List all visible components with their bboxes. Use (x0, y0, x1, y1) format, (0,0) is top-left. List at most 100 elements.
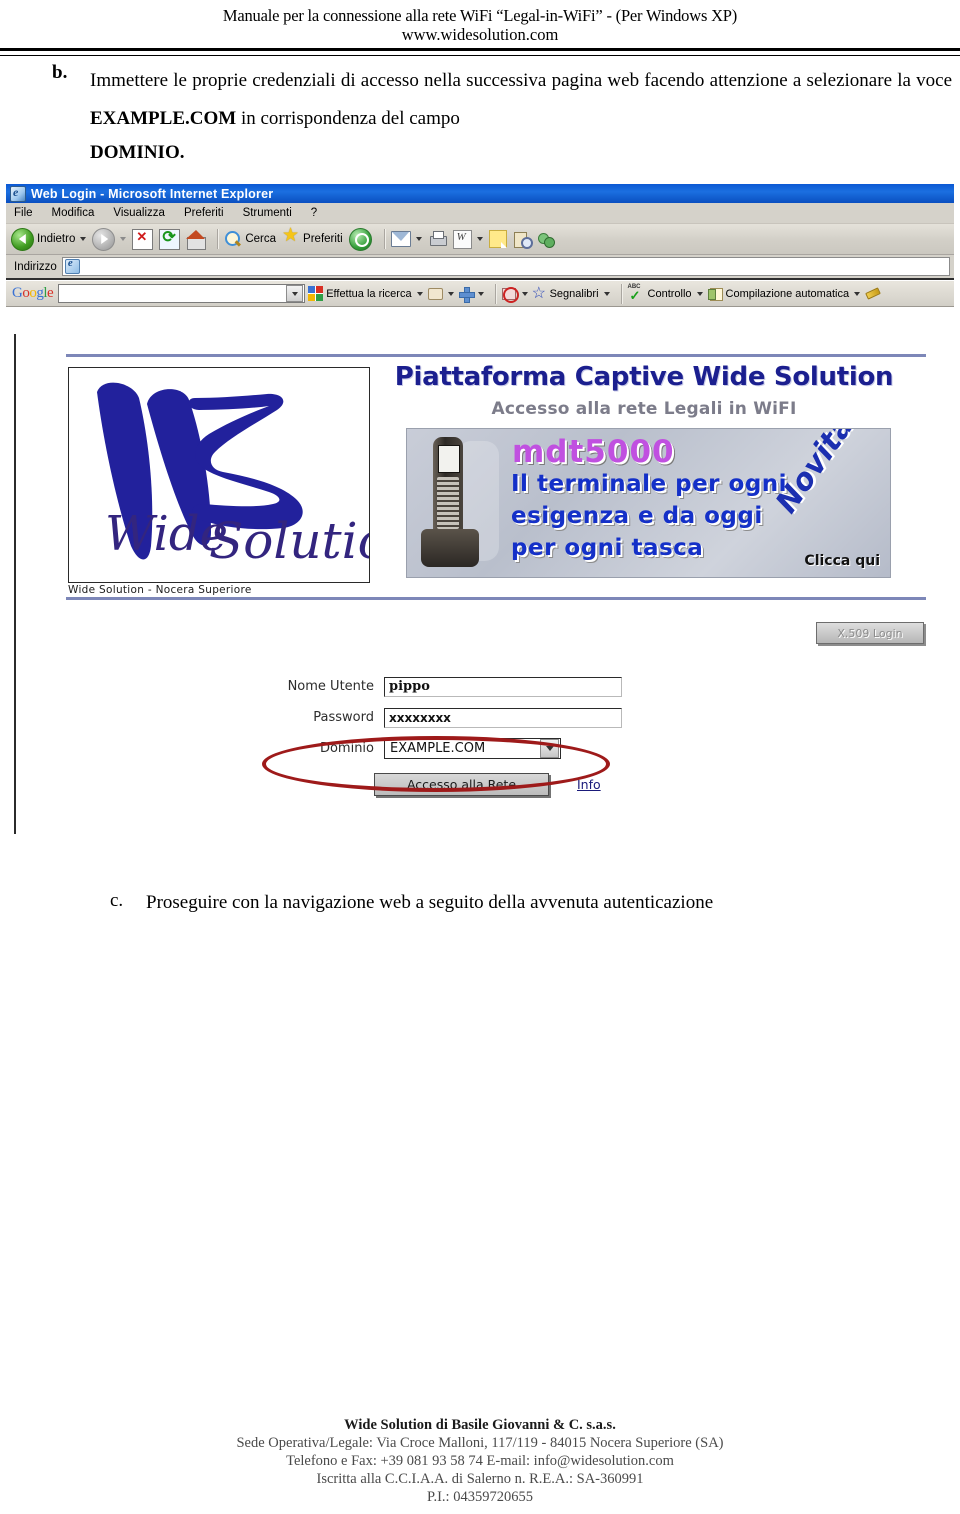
paragraph-b-last-line: DOMINIO. (90, 142, 185, 163)
bookmarks-caret-icon[interactable] (603, 291, 610, 296)
network-access-button[interactable]: Accesso alla Rete (374, 773, 549, 796)
wide-solution-logo: Wide Solution (68, 367, 370, 583)
bookmarks-button[interactable]: Segnalibri (532, 283, 610, 303)
google-search-button-label: Effettua la ricerca (326, 287, 412, 300)
research-button[interactable] (513, 231, 533, 249)
banner-cta-button[interactable]: Clicca qui (804, 553, 880, 569)
domain-select-dropdown-button[interactable] (540, 739, 559, 758)
block-popup-button[interactable] (501, 286, 528, 303)
google-search-input[interactable] (58, 284, 306, 303)
stop-icon (132, 228, 154, 250)
edit-word-button[interactable] (452, 229, 483, 249)
menu-item-modifica[interactable]: Modifica (52, 207, 95, 219)
highlighter-icon (865, 287, 880, 301)
print-button[interactable] (428, 231, 447, 247)
browser-toolbar: Indietro Cerca Preferiti (6, 224, 954, 255)
favorites-button-label: Preferiti (303, 233, 343, 245)
google-search-history-dropdown[interactable] (286, 285, 304, 302)
advertisement-banner[interactable]: mdt5000 Il terminale per ogni esigenza e… (406, 428, 891, 578)
password-input-value: xxxxxxxx (389, 710, 451, 725)
forward-arrow-icon (92, 227, 116, 251)
phone-product-image (421, 437, 499, 569)
document-header: Manuale per la connessione alla rete WiF… (0, 0, 960, 45)
chevron-down-icon (291, 291, 298, 296)
google-search-button[interactable]: Effettua la ricerca (308, 286, 423, 301)
stop-button[interactable] (132, 228, 154, 250)
header-title-line: Manuale per la connessione alla rete WiF… (222, 6, 738, 25)
toolbar-separator-2 (383, 229, 385, 249)
username-input[interactable]: pippo (384, 676, 622, 697)
menu-item-visualizza[interactable]: Visualizza (113, 207, 165, 219)
footer-address: Sede Operativa/Legale: Via Croce Malloni… (236, 1435, 724, 1451)
blocked-popup-icon (501, 286, 519, 303)
address-input[interactable] (61, 257, 950, 276)
menu-item-file[interactable]: File (14, 207, 33, 219)
forward-dropdown-caret-icon[interactable] (120, 237, 127, 241)
header-website-line: www.widesolution.com (401, 25, 559, 44)
password-input[interactable]: xxxxxxxx (384, 707, 622, 728)
paragraph-b: b. Immettere le proprie credenziali di a… (52, 62, 952, 168)
notes-button[interactable] (488, 230, 507, 248)
highlight-button[interactable] (865, 287, 880, 301)
star-outline-icon (532, 283, 547, 303)
paragraph-c-text: Proseguire con la navigazione web a segu… (146, 892, 714, 913)
google-toolbar: Google Effettua la ricerca Segnalibri (6, 280, 954, 307)
google-logo: Google (12, 285, 54, 301)
plus-icon (458, 286, 475, 303)
spellcheck-caret-icon[interactable] (696, 291, 703, 296)
internet-explorer-icon (10, 185, 26, 202)
favorites-button[interactable]: Preferiti (282, 228, 343, 248)
svg-text:Solution: Solution (209, 512, 369, 570)
autofill-button[interactable]: Compilazione automatica (707, 287, 861, 301)
autofill-caret-icon[interactable] (854, 291, 861, 296)
spellcheck-icon (628, 284, 645, 304)
menu-item-strumenti[interactable]: Strumenti (243, 207, 292, 219)
domain-select[interactable]: EXAMPLE.COM (384, 738, 561, 759)
menu-item-help[interactable]: ? (311, 207, 317, 219)
domain-select-value: EXAMPLE.COM (390, 741, 486, 756)
browser-address-bar: Indirizzo (6, 255, 954, 280)
star-icon (282, 228, 300, 248)
page-top-rule (66, 354, 926, 357)
popup-blocker-button[interactable] (427, 287, 454, 301)
back-dropdown-caret-icon[interactable] (80, 237, 87, 241)
messenger-button[interactable] (537, 231, 555, 248)
home-icon (186, 229, 207, 250)
back-button[interactable]: Indietro (11, 227, 87, 251)
forward-button[interactable] (92, 227, 127, 251)
edit-dropdown-caret-icon[interactable] (476, 237, 483, 241)
history-button[interactable] (348, 227, 372, 251)
mail-button[interactable] (390, 231, 422, 247)
banner-line-2: esigenza e da oggi (511, 503, 763, 529)
mail-icon (390, 231, 411, 247)
spellcheck-button[interactable]: Controllo (628, 284, 703, 304)
add-button[interactable] (458, 286, 484, 303)
mail-dropdown-caret-icon[interactable] (415, 237, 422, 241)
back-arrow-icon (11, 227, 34, 251)
note-icon (488, 230, 507, 248)
google-separator-1 (494, 283, 496, 304)
header-divider-rule (0, 48, 960, 56)
paragraph-c: c. Proseguire con la navigazione web a s… (110, 890, 930, 916)
popup-caret-icon[interactable] (447, 291, 454, 296)
block-caret-icon[interactable] (521, 291, 528, 296)
paragraph-b-text-part1: Immettere le proprie credenziali di acce… (90, 70, 952, 91)
browser-window-title: Web Login - Microsoft Internet Explorer (31, 186, 274, 201)
search-button-label: Cerca (245, 233, 277, 245)
menu-item-preferiti[interactable]: Preferiti (184, 207, 224, 219)
footer-company-name: Wide Solution di Basile Giovanni & C. s.… (344, 1417, 616, 1433)
spellcheck-label: Controllo (647, 287, 692, 300)
home-button[interactable] (186, 229, 207, 250)
submit-row: Accesso alla Rete Info (274, 773, 694, 796)
add-caret-icon[interactable] (477, 291, 484, 296)
x509-login-button[interactable]: X.509 Login (816, 622, 924, 644)
paragraph-c-marker: c. (110, 890, 124, 911)
info-link[interactable]: Info (577, 777, 601, 792)
refresh-button[interactable] (159, 227, 181, 250)
platform-title: Piattaforma Captive Wide Solution (394, 362, 894, 392)
paragraph-b-bold-term: EXAMPLE.COM (90, 108, 237, 129)
back-button-label: Indietro (37, 233, 76, 245)
password-row: Password xxxxxxxx (274, 705, 694, 730)
google-search-caret-icon[interactable] (416, 291, 423, 296)
search-button[interactable]: Cerca (224, 230, 276, 248)
